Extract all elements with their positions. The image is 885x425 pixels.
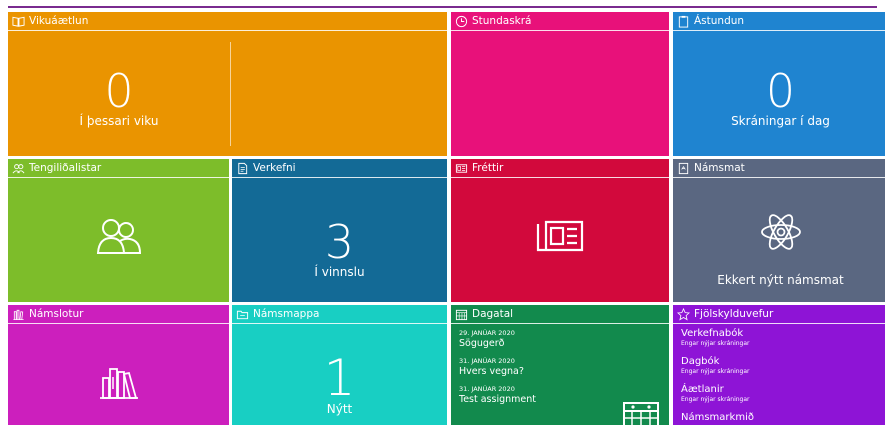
tile-namsmat[interactable]: Námsmat Ekkert nýtt námsmat [673,159,885,302]
tile-title: Fjölskylduvefur [694,308,774,320]
tile-namslotur[interactable]: Námslotur [8,305,229,425]
tile-header: Verkefni [232,159,447,178]
portfolio-caption: Nýtt [326,402,353,416]
event-date: 31. JANÚAR 2020 [459,357,515,365]
books-icon [99,368,138,399]
portfolio-count: 1 [323,349,356,407]
tile-header: Námslotur [8,305,229,324]
tile-dagatal[interactable]: Dagatal 29. JANÚAR 2020 Sögugerð 31. JAN… [451,305,669,425]
tile-title: Ástundun [694,15,745,27]
tile-fjolskylduvefur[interactable]: Fjölskylduvefur Verkefnabók Engar nýjar … [673,305,885,425]
tile-verkefni[interactable]: Verkefni 3 Í vinnslu [232,159,447,302]
tile-title: Verkefni [253,162,296,174]
assessment-caption: Ekkert nýtt námsmat [717,273,844,287]
tile-title: Dagatal [472,308,514,320]
tile-header: Fjölskylduvefur [673,305,885,324]
calendar-event[interactable]: 29. JANÚAR 2020 Sögugerð [459,329,661,350]
tile-header: Vikuáætlun [8,12,447,31]
tile-header: Dagatal [451,305,669,324]
family-web-item[interactable]: Dagbók Engar nýjar skráningar [681,356,880,376]
tile-namsmappa[interactable]: Námsmappa 1 Nýtt [232,305,447,425]
newspaper-icon [536,220,584,252]
family-web-item[interactable]: Námsmarkmið [681,412,880,424]
newspaper-icon [455,163,468,173]
tile-vikuaaetlun[interactable]: Vikuáætlun 0 Í þessari viku [8,12,447,156]
assignments-caption: Í vinnslu [314,265,365,279]
item-status: Engar nýjar skráningar [681,340,750,347]
tile-header: Ástundun [673,12,885,31]
week-count: 0 [104,64,134,118]
family-web-item[interactable]: Verkefnabók Engar nýjar skráningar [681,328,880,348]
star-icon [677,307,690,320]
tile-title: Námsmappa [253,308,320,320]
tile-title: Stundaskrá [472,15,532,27]
tile-title: Vikuáætlun [29,15,89,27]
tile-stundaskra[interactable]: Stundaskrá [451,12,669,156]
clipboard-icon [678,15,689,28]
top-bar-line [8,6,877,8]
tile-title: Námsmat [694,162,745,174]
tile-title: Fréttir [472,162,504,174]
books-icon [13,309,24,320]
divider [230,42,231,146]
tile-frettir[interactable]: Fréttir [451,159,669,302]
tile-title: Tengiliðalistar [29,162,102,174]
grade-icon [678,162,689,174]
event-title: Hvers vegna? [459,366,524,377]
family-web-list: Verkefnabók Engar nýjar skráningar Dagbó… [681,328,880,425]
attendance-caption: Skráningar í dag [731,114,830,128]
book-icon [12,16,25,27]
tile-astundun[interactable]: Ástundun 0 Skráningar í dag [673,12,885,156]
clock-icon [455,15,468,27]
assignments-count: 3 [324,215,355,269]
calendar-icon [455,309,468,320]
tile-tengilidalistar[interactable]: Tengiliðalistar [8,159,229,302]
item-status: Engar nýjar skráningar [681,396,750,403]
atom-icon [760,214,801,250]
item-name: Áætlanir [681,384,724,395]
people-icon [96,219,141,254]
event-date: 29. JANÚAR 2020 [459,329,515,337]
calendar-event[interactable]: 31. JANÚAR 2020 Hvers vegna? [459,357,661,378]
document-icon [238,162,248,174]
tile-title: Námslotur [29,308,84,320]
week-caption: Í þessari viku [79,114,159,128]
item-name: Verkefnabók [681,328,744,339]
family-web-item[interactable]: Áætlanir Engar nýjar skráningar [681,384,880,404]
attendance-count: 0 [765,64,796,118]
folder-icon [236,310,249,319]
top-bar [0,0,885,8]
calendar-icon [623,402,659,425]
tile-header: Námsmappa [232,305,447,324]
event-date: 31. JANÚAR 2020 [459,385,515,393]
tile-header: Fréttir [451,159,669,178]
tile-header: Tengiliðalistar [8,159,229,178]
dashboard-grid: Vikuáætlun 0 Í þessari viku Stundaskrá Á… [8,12,885,425]
item-status: Engar nýjar skráningar [681,368,750,375]
item-name: Dagbók [681,356,720,367]
people-icon [12,163,25,173]
event-title: Sögugerð [459,338,505,349]
tile-header: Stundaskrá [451,12,669,31]
tile-header: Námsmat [673,159,885,178]
item-name: Námsmarkmið [681,412,754,423]
